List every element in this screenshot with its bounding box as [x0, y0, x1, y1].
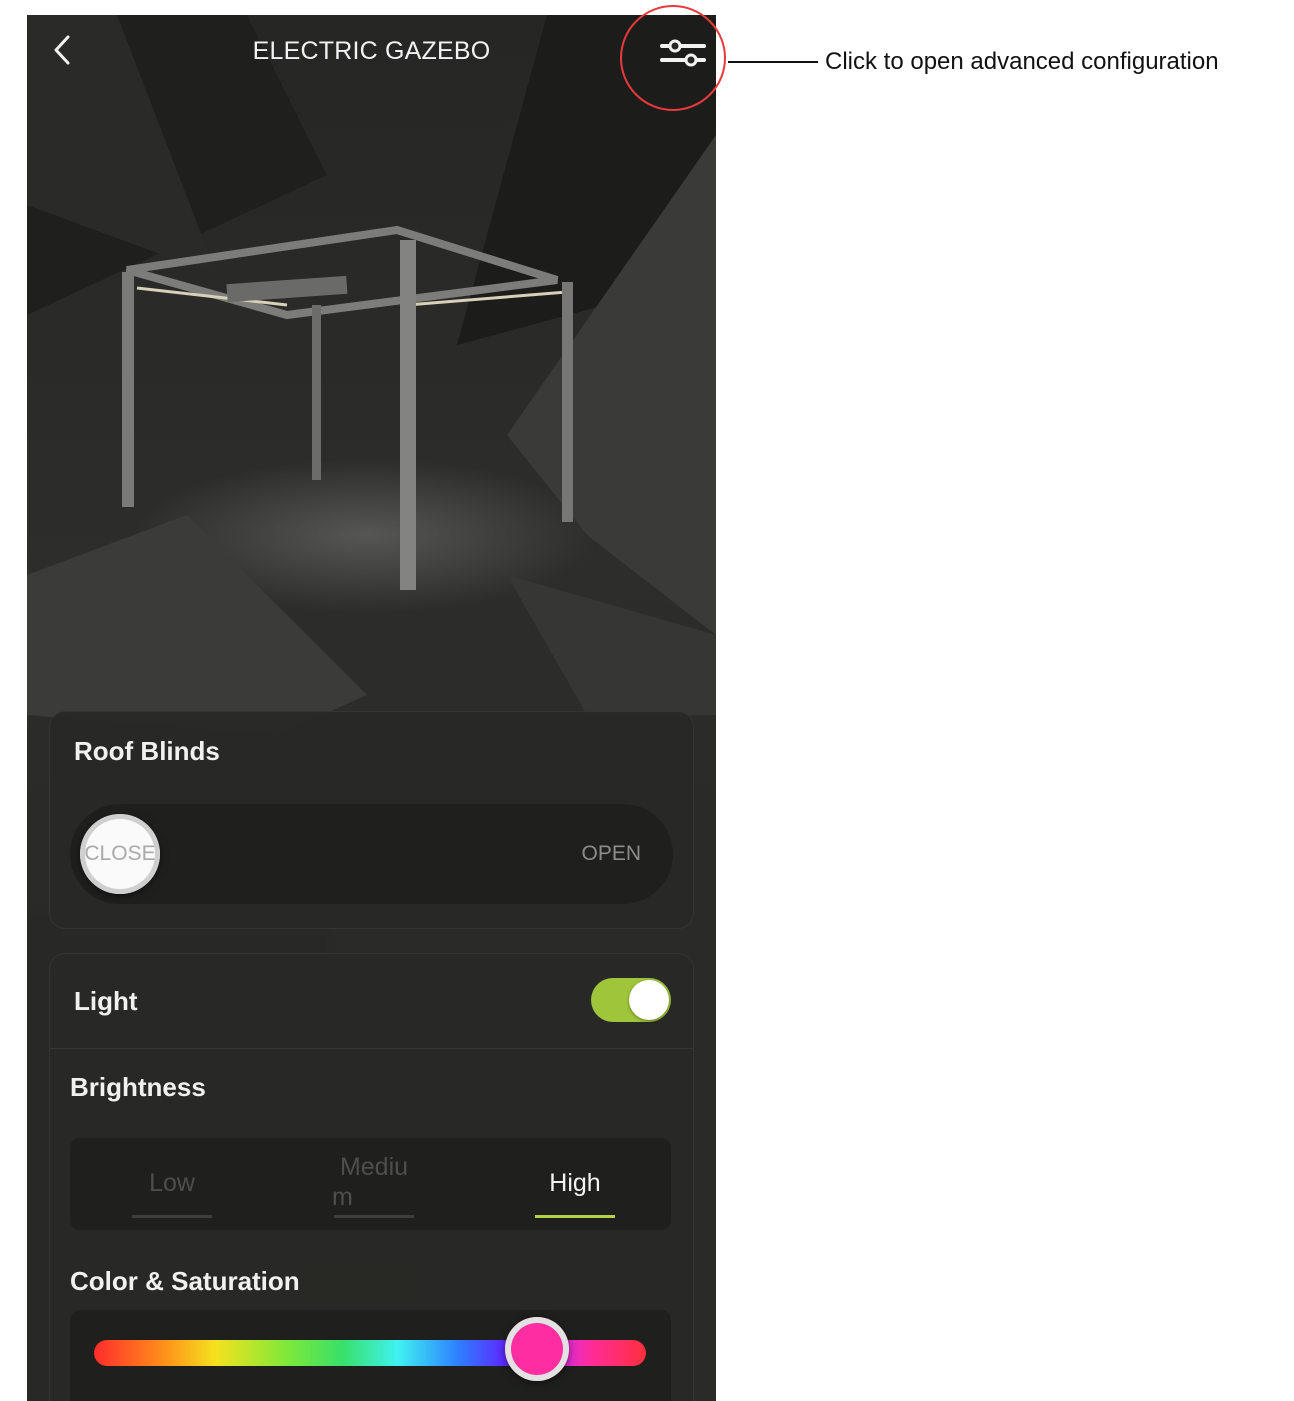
light-card: Light Brightness Low Mediu m High Color …: [49, 953, 694, 1401]
callout-text: Click to open advanced configuration: [825, 48, 1219, 75]
roof-blinds-title: Roof Blinds: [74, 736, 220, 766]
label-line-1: Mediu: [339, 1153, 409, 1181]
divider: [50, 1048, 693, 1049]
hue-slider-handle[interactable]: [505, 1317, 569, 1381]
callout-line: [728, 61, 818, 63]
open-label: OPEN: [581, 842, 641, 865]
brightness-option-medium[interactable]: Mediu m: [294, 1138, 454, 1230]
label-line-2: m: [332, 1183, 353, 1211]
app-screen: ELECTRIC GAZEBO Roof Blinds CLOSE OPEN L…: [27, 15, 716, 1401]
gazebo-illustration: [122, 225, 573, 590]
roof-blinds-card: Roof Blinds CLOSE OPEN: [49, 711, 694, 929]
color-saturation-title: Color & Saturation: [70, 1266, 300, 1296]
toggle-knob: [629, 980, 669, 1020]
app-header: ELECTRIC GAZEBO: [27, 15, 716, 87]
brightness-option-label: High: [549, 1169, 601, 1197]
brightness-option-label: Low: [149, 1169, 195, 1197]
highlight-circle: [620, 5, 726, 111]
color-panel: [70, 1310, 671, 1401]
brightness-option-label: Mediu m: [294, 1152, 454, 1212]
option-underline-active: [535, 1215, 615, 1218]
roof-blinds-handle[interactable]: CLOSE: [80, 814, 160, 894]
light-title: Light: [74, 986, 138, 1016]
page-title: ELECTRIC GAZEBO: [252, 37, 491, 65]
brightness-title: Brightness: [70, 1072, 206, 1102]
option-underline: [132, 1215, 212, 1218]
option-underline: [334, 1215, 414, 1218]
close-label: CLOSE: [84, 842, 156, 865]
roof-blinds-slider[interactable]: CLOSE OPEN: [70, 804, 673, 904]
brightness-option-low[interactable]: Low: [92, 1138, 252, 1230]
light-toggle[interactable]: [591, 978, 671, 1022]
brightness-option-high[interactable]: High: [495, 1138, 655, 1230]
brightness-selector: Low Mediu m High: [70, 1138, 671, 1230]
